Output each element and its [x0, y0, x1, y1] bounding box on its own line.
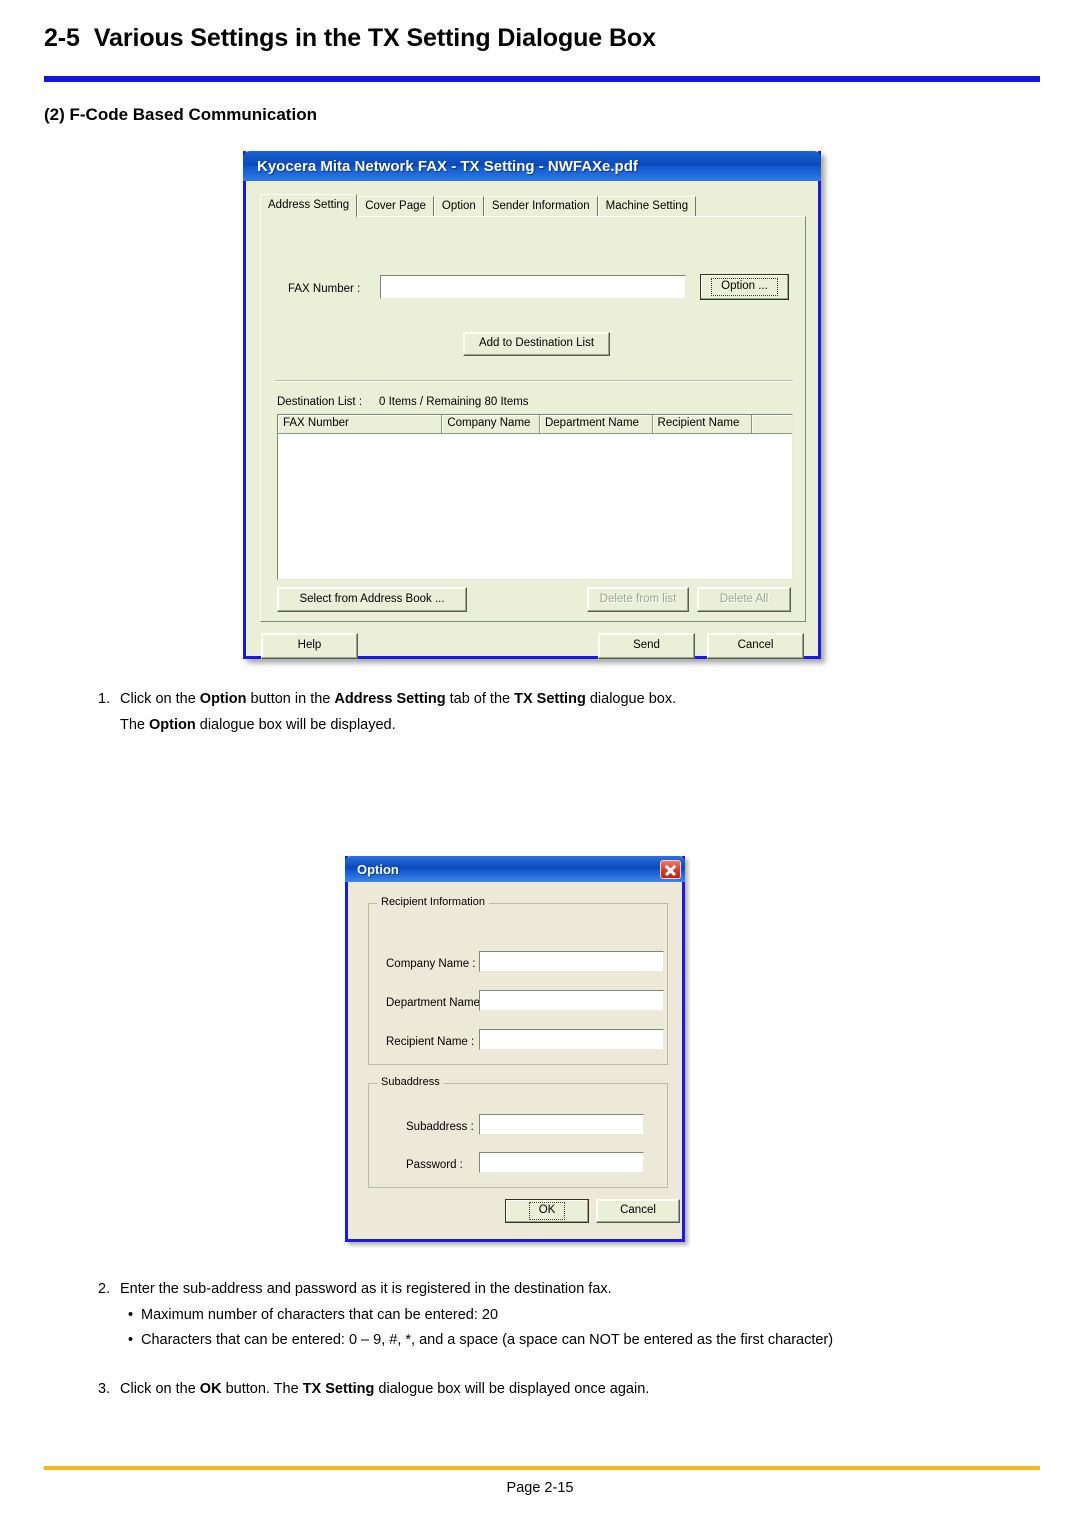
recipient-information-group-title: Recipient Information [377, 897, 489, 908]
step-1-subtext: The Option dialogue box will be displaye… [120, 716, 396, 733]
address-setting-panel: FAX Number : Option ... Add to Destinati… [260, 216, 806, 622]
step-2-bullet-1-text: Maximum number of characters that can be… [141, 1306, 499, 1323]
option-button-label: Option ... [711, 278, 778, 296]
recipient-information-group: Recipient Information Company Name : Dep… [368, 897, 668, 1065]
tab-cover-page[interactable]: Cover Page [357, 196, 434, 217]
tx-setting-body: Address Setting Cover Page Option Sender… [246, 181, 818, 659]
subaddress-input[interactable] [479, 1114, 644, 1135]
recipient-name-label: Recipient Name : [386, 1036, 475, 1048]
step-1-text: Click on the Option button in the Addres… [120, 691, 677, 707]
tab-label: Sender Information [491, 200, 590, 213]
destination-listview[interactable]: FAX Number Company Name Department Name … [277, 414, 793, 580]
step-2-line: 2. Enter the sub-address and password as… [98, 1282, 833, 1297]
password-input[interactable] [479, 1152, 644, 1173]
close-icon[interactable] [660, 859, 681, 879]
option-cancel-button[interactable]: Cancel [596, 1199, 680, 1223]
page-header: 2-5 Various Settings in the TX Setting D… [44, 24, 1040, 53]
column-header-department-name[interactable]: Department Name [539, 415, 653, 434]
tx-setting-title: Kyocera Mita Network FAX - TX Setting - … [257, 157, 638, 175]
recipient-name-input[interactable] [479, 1029, 664, 1050]
send-button-label: Send [633, 639, 660, 652]
page-title: 2-5 Various Settings in the TX Setting D… [44, 24, 1040, 53]
send-button[interactable]: Send [598, 633, 695, 659]
ok-button-label: OK [528, 1202, 566, 1220]
column-header-fax-number[interactable]: FAX Number [278, 415, 443, 434]
step-3-line: 3. Click on the OK button. The TX Settin… [98, 1382, 649, 1397]
tab-label: Machine Setting [605, 200, 689, 213]
section-title: Various Settings in the TX Setting Dialo… [93, 24, 656, 52]
subaddress-group: Subaddress Subaddress : Password : [368, 1077, 668, 1188]
option-dialog-title: Option [357, 861, 399, 877]
tab-label: Address Setting [268, 198, 350, 211]
step-2-number: 2. [98, 1281, 111, 1297]
help-button[interactable]: Help [261, 633, 358, 659]
destination-list-count: 0 Items / Remaining 80 Items [379, 396, 529, 408]
tabstrip: Address Setting Cover Page Option Sender… [260, 194, 806, 218]
password-label: Password : [406, 1159, 463, 1171]
step-2-bullet-1: • Maximum number of characters that can … [98, 1306, 833, 1323]
option-cancel-button-label: Cancel [620, 1204, 656, 1217]
step-1-line: 1. Click on the Option button in the Add… [98, 692, 676, 707]
tab-option[interactable]: Option [433, 196, 484, 217]
add-to-destination-list-button[interactable]: Add to Destination List [463, 332, 610, 356]
step-3-block: 3. Click on the OK button. The TX Settin… [98, 1382, 649, 1408]
tx-cancel-button[interactable]: Cancel [707, 633, 804, 659]
option-dialog-body: Recipient Information Company Name : Dep… [348, 882, 682, 1239]
bullet-icon: • [128, 1332, 134, 1348]
delete-all-label: Delete All [719, 592, 769, 605]
column-header-recipient-name[interactable]: Recipient Name [652, 415, 753, 434]
section-divider [275, 380, 793, 382]
step-2-block: 2. Enter the sub-address and password as… [98, 1282, 833, 1359]
department-name-label: Department Name : [386, 997, 487, 1009]
add-to-destination-list-label: Add to Destination List [478, 337, 595, 350]
step-1-block: 1. Click on the Option button in the Add… [98, 692, 676, 743]
step-1-subline: The Option dialogue box will be displaye… [98, 716, 676, 733]
tab-label: Cover Page [365, 200, 426, 213]
tab-label: Option [441, 200, 476, 213]
header-rule [44, 76, 1040, 82]
fax-number-label: FAX Number : [288, 283, 361, 295]
footer-page-label: Page 2-15 [506, 1480, 574, 1496]
option-button[interactable]: Option ... [700, 274, 789, 300]
step-1-number: 1. [98, 691, 111, 707]
tx-cancel-button-label: Cancel [737, 639, 774, 652]
column-header-company-name[interactable]: Company Name [442, 415, 540, 434]
option-dialog: Option Recipient Information Company Nam… [345, 856, 685, 1242]
subheading: (2) F-Code Based Communication [44, 105, 317, 124]
destination-listview-header: FAX Number Company Name Department Name … [278, 415, 792, 434]
delete-from-list-button: Delete from list [587, 587, 689, 612]
tab-address-setting[interactable]: Address Setting [260, 194, 358, 218]
tx-setting-titlebar[interactable]: Kyocera Mita Network FAX - TX Setting - … [243, 151, 821, 181]
step-2-bullet-2-text: Characters that can be entered: 0 – 9, #… [141, 1332, 834, 1348]
step-3-number: 3. [98, 1381, 111, 1397]
footer-rule [44, 1466, 1040, 1470]
step-3-text: Click on the OK button. The TX Setting d… [120, 1381, 650, 1397]
tab-machine-setting[interactable]: Machine Setting [597, 196, 697, 217]
fax-number-input[interactable] [380, 275, 686, 299]
ok-button[interactable]: OK [505, 1199, 589, 1223]
company-name-label: Company Name : [386, 958, 476, 970]
tx-setting-dialog: Kyocera Mita Network FAX - TX Setting - … [243, 151, 821, 659]
subaddress-label: Subaddress : [406, 1121, 474, 1133]
column-header-spacer [752, 415, 792, 434]
department-name-input[interactable] [479, 990, 664, 1011]
company-name-input[interactable] [479, 951, 664, 972]
select-from-address-book-label: Select from Address Book ... [299, 592, 445, 605]
delete-from-list-label: Delete from list [599, 592, 677, 605]
help-button-label: Help [297, 639, 322, 652]
step-2-bullet-2: • Characters that can be entered: 0 – 9,… [98, 1333, 833, 1348]
bullet-icon: • [128, 1306, 134, 1323]
step-2-text: Enter the sub-address and password as it… [120, 1281, 612, 1297]
section-number: 2-5 [44, 24, 80, 52]
tab-sender-information[interactable]: Sender Information [483, 196, 598, 217]
option-dialog-titlebar[interactable]: Option [345, 856, 685, 882]
select-from-address-book-button[interactable]: Select from Address Book ... [277, 587, 467, 612]
subaddress-group-title: Subaddress [377, 1077, 444, 1088]
destination-list-label: Destination List : [277, 396, 363, 408]
delete-all-button: Delete All [697, 587, 791, 612]
